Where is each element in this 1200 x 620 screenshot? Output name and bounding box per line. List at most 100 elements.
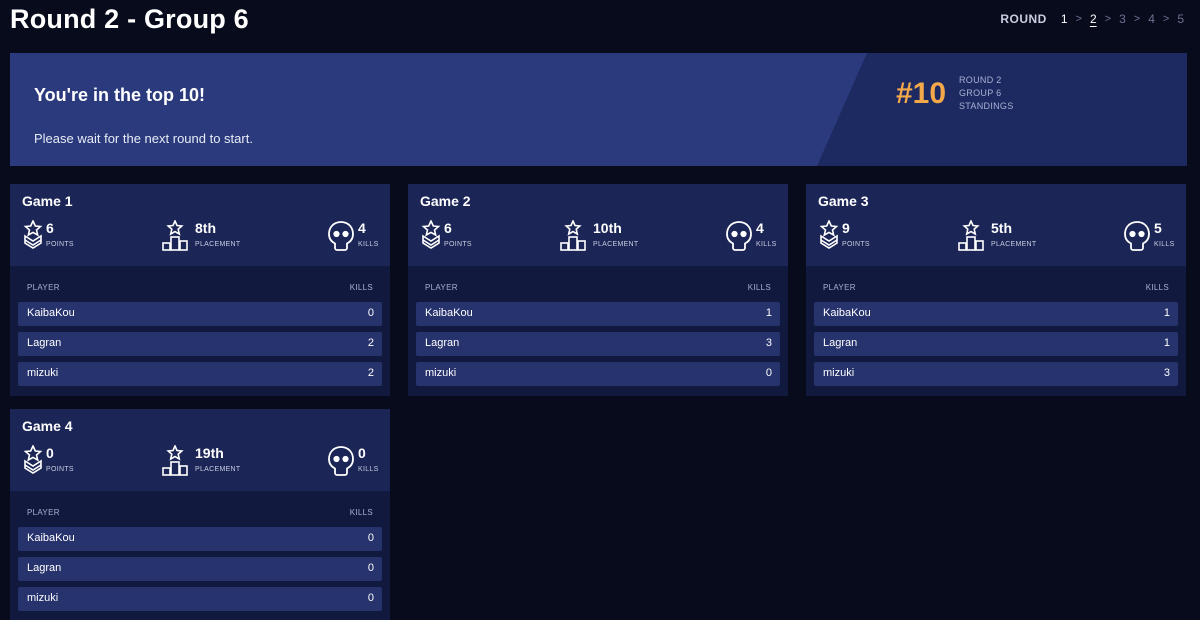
game-card: Game 1 6 POINTS 8th PLACEMENT 4 KILLS PL… xyxy=(10,184,390,396)
game-title: Game 3 xyxy=(818,193,869,209)
points-value: 9 xyxy=(842,220,850,236)
kills-value: 0 xyxy=(358,445,366,461)
kills-label: KILLS xyxy=(358,466,379,473)
placement-label: PLACEMENT xyxy=(195,241,241,248)
placement-value: 10th xyxy=(593,220,622,236)
player-row: mizuki 2 xyxy=(18,362,382,386)
game-card: Game 2 6 POINTS 10th PLACEMENT 4 KILLS P… xyxy=(408,184,788,396)
game-card: Game 4 0 POINTS 19th PLACEMENT 0 KILLS P… xyxy=(10,409,390,620)
page-title: Round 2 - Group 6 xyxy=(10,4,249,34)
round-link-4[interactable]: 4 xyxy=(1146,12,1157,26)
points-value: 6 xyxy=(444,220,452,236)
player-kills: 2 xyxy=(367,367,374,379)
kills-column-header: KILLS xyxy=(747,283,771,292)
player-kills: 0 xyxy=(367,532,374,544)
standing-meta: ROUND 2 GROUP 6 STANDINGS xyxy=(959,74,1014,113)
kills-column-header: KILLS xyxy=(1145,283,1169,292)
points-value: 6 xyxy=(46,220,54,236)
player-kills: 3 xyxy=(765,337,772,349)
round-link-3[interactable]: 3 xyxy=(1117,12,1128,26)
player-column-header: PLAYER xyxy=(27,283,60,292)
placement-label: PLACEMENT xyxy=(593,241,639,248)
player-name: mizuki xyxy=(425,367,457,379)
player-kills: 0 xyxy=(367,592,374,604)
player-row: mizuki 0 xyxy=(416,362,780,386)
game-card: Game 3 9 POINTS 5th PLACEMENT 5 KILLS PL… xyxy=(806,184,1186,396)
player-kills: 2 xyxy=(367,337,374,349)
banner-message: Please wait for the next round to start. xyxy=(34,131,253,146)
standing-meta-group: GROUP 6 xyxy=(959,88,1002,98)
player-row: KaibaKou 1 xyxy=(416,302,780,326)
placement-label: PLACEMENT xyxy=(195,466,241,473)
player-row: mizuki 3 xyxy=(814,362,1178,386)
player-name: mizuki xyxy=(27,367,59,379)
player-column-header: PLAYER xyxy=(27,508,60,517)
table-header: PLAYER KILLS xyxy=(408,274,788,302)
player-row: mizuki 0 xyxy=(18,587,382,611)
game-title: Game 4 xyxy=(22,418,73,434)
player-name: Lagran xyxy=(27,562,62,574)
player-column-header: PLAYER xyxy=(425,283,458,292)
player-row: KaibaKou 0 xyxy=(18,302,382,326)
kills-column-header: KILLS xyxy=(349,283,373,292)
player-row: Lagran 3 xyxy=(416,332,780,356)
points-label: POINTS xyxy=(444,241,472,248)
placement-value: 5th xyxy=(991,220,1012,236)
player-name: Lagran xyxy=(823,337,858,349)
table-header: PLAYER KILLS xyxy=(806,274,1186,302)
player-name: Lagran xyxy=(425,337,460,349)
chevron-right-icon: > xyxy=(1133,13,1141,25)
player-row: Lagran 2 xyxy=(18,332,382,356)
game-card-header: Game 4 0 POINTS 19th PLACEMENT 0 KILLS xyxy=(10,409,390,491)
player-name: KaibaKou xyxy=(27,532,75,544)
player-kills: 0 xyxy=(765,367,772,379)
page: Round 2 - Group 6 ROUND 1 > 2 > 3 > 4 > … xyxy=(0,0,1200,620)
player-column-header: PLAYER xyxy=(823,283,856,292)
game-card-header: Game 3 9 POINTS 5th PLACEMENT 5 KILLS xyxy=(806,184,1186,266)
placement-value: 19th xyxy=(195,445,224,461)
kills-value: 4 xyxy=(358,220,366,236)
standing-rank: #10 xyxy=(896,77,947,110)
placement-label: PLACEMENT xyxy=(991,241,1037,248)
kills-column-header: KILLS xyxy=(349,508,373,517)
kills-label: KILLS xyxy=(358,241,379,248)
player-row: Lagran 1 xyxy=(814,332,1178,356)
player-kills: 3 xyxy=(1163,367,1170,379)
banner-headline: You're in the top 10! xyxy=(34,85,205,105)
placement-value: 8th xyxy=(195,220,216,236)
kills-label: KILLS xyxy=(1154,241,1175,248)
round-label: ROUND xyxy=(1000,12,1047,26)
player-row: Lagran 0 xyxy=(18,557,382,581)
table-header: PLAYER KILLS xyxy=(10,499,390,527)
player-name: mizuki xyxy=(823,367,855,379)
game-card-header: Game 1 6 POINTS 8th PLACEMENT 4 KILLS xyxy=(10,184,390,266)
player-name: KaibaKou xyxy=(823,307,871,319)
player-name: KaibaKou xyxy=(27,307,75,319)
points-value: 0 xyxy=(46,445,54,461)
player-row: KaibaKou 0 xyxy=(18,527,382,551)
player-kills: 0 xyxy=(367,307,374,319)
table-header: PLAYER KILLS xyxy=(10,274,390,302)
game-title: Game 2 xyxy=(420,193,471,209)
status-banner: You're in the top 10! Please wait for th… xyxy=(10,53,1187,166)
round-navigation: ROUND 1 > 2 > 3 > 4 > 5 xyxy=(1000,12,1186,26)
player-name: KaibaKou xyxy=(425,307,473,319)
round-link-1[interactable]: 1 xyxy=(1059,12,1070,26)
chevron-right-icon: > xyxy=(1075,13,1082,25)
player-row: KaibaKou 1 xyxy=(814,302,1178,326)
kills-value: 4 xyxy=(756,220,764,236)
round-link-2[interactable]: 2 xyxy=(1088,12,1099,26)
player-kills: 1 xyxy=(1163,307,1170,319)
chevron-right-icon: > xyxy=(1162,13,1170,25)
player-kills: 1 xyxy=(765,307,772,319)
game-card-header: Game 2 6 POINTS 10th PLACEMENT 4 KILLS xyxy=(408,184,788,266)
standing-meta-round: ROUND 2 xyxy=(959,75,1002,85)
kills-label: KILLS xyxy=(756,241,777,248)
round-link-5[interactable]: 5 xyxy=(1175,12,1186,26)
standing-meta-standings: STANDINGS xyxy=(959,101,1014,111)
points-label: POINTS xyxy=(842,241,870,248)
player-name: mizuki xyxy=(27,592,59,604)
points-label: POINTS xyxy=(46,241,74,248)
player-kills: 0 xyxy=(367,562,374,574)
player-kills: 1 xyxy=(1163,337,1170,349)
